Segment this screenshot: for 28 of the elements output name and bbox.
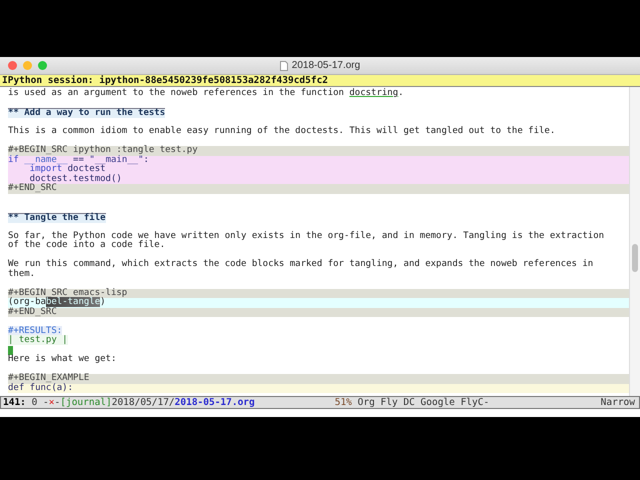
paragraph-text: This is a common idiom to enable easy running of the doctests. This will get tangled out to the file. bbox=[8, 126, 556, 136]
section-heading: ** Add a way to run the tests bbox=[8, 108, 166, 118]
block-delimiter: #+END_SRC bbox=[8, 308, 629, 317]
paragraph-text: of the code into a code file. bbox=[8, 240, 166, 250]
block-delimiter: #+BEGIN_SRC emacs-lisp bbox=[8, 288, 629, 298]
minimize-button[interactable] bbox=[23, 61, 32, 70]
paragraph-text: them. bbox=[8, 268, 36, 278]
close-button[interactable] bbox=[8, 61, 17, 70]
block-delimiter: #+BEGIN_EXAMPLE bbox=[8, 374, 629, 384]
paragraph-text: is used as an argument to the noweb references in the function docstring. bbox=[8, 88, 404, 98]
code-line: if __name__ == "__main__": bbox=[8, 154, 149, 164]
text-cursor bbox=[8, 346, 13, 354]
block-delimiter: #+END_SRC bbox=[8, 184, 629, 194]
paragraph-text: We run this command, which extracts the code blocks marked for tangling, and expands the noweb references in bbox=[8, 259, 594, 269]
paragraph-text: So far, the Python code we have written only exists in the org-file, and in memory. Tangling is the extraction bbox=[8, 230, 604, 240]
scrollbar-thumb[interactable] bbox=[632, 244, 638, 272]
zoom-button[interactable] bbox=[38, 61, 47, 70]
paragraph-text: Here is what we get: bbox=[8, 354, 116, 364]
results-keyword: #+RESULTS: bbox=[8, 326, 62, 336]
code-line: (org-babel-tangle) bbox=[8, 297, 106, 307]
code-line: def func(a): bbox=[8, 382, 74, 392]
window-title: 2018-05-17.org bbox=[292, 60, 360, 71]
table-row: | test.py | bbox=[8, 335, 68, 345]
section-heading: ** Tangle the file bbox=[8, 212, 106, 222]
code-line: import doctest bbox=[30, 164, 106, 174]
block-delimiter: #+BEGIN_SRC ipython :tangle test.py bbox=[8, 146, 629, 156]
document-icon bbox=[280, 60, 288, 70]
code-line: doctest.testmod() bbox=[30, 174, 122, 184]
